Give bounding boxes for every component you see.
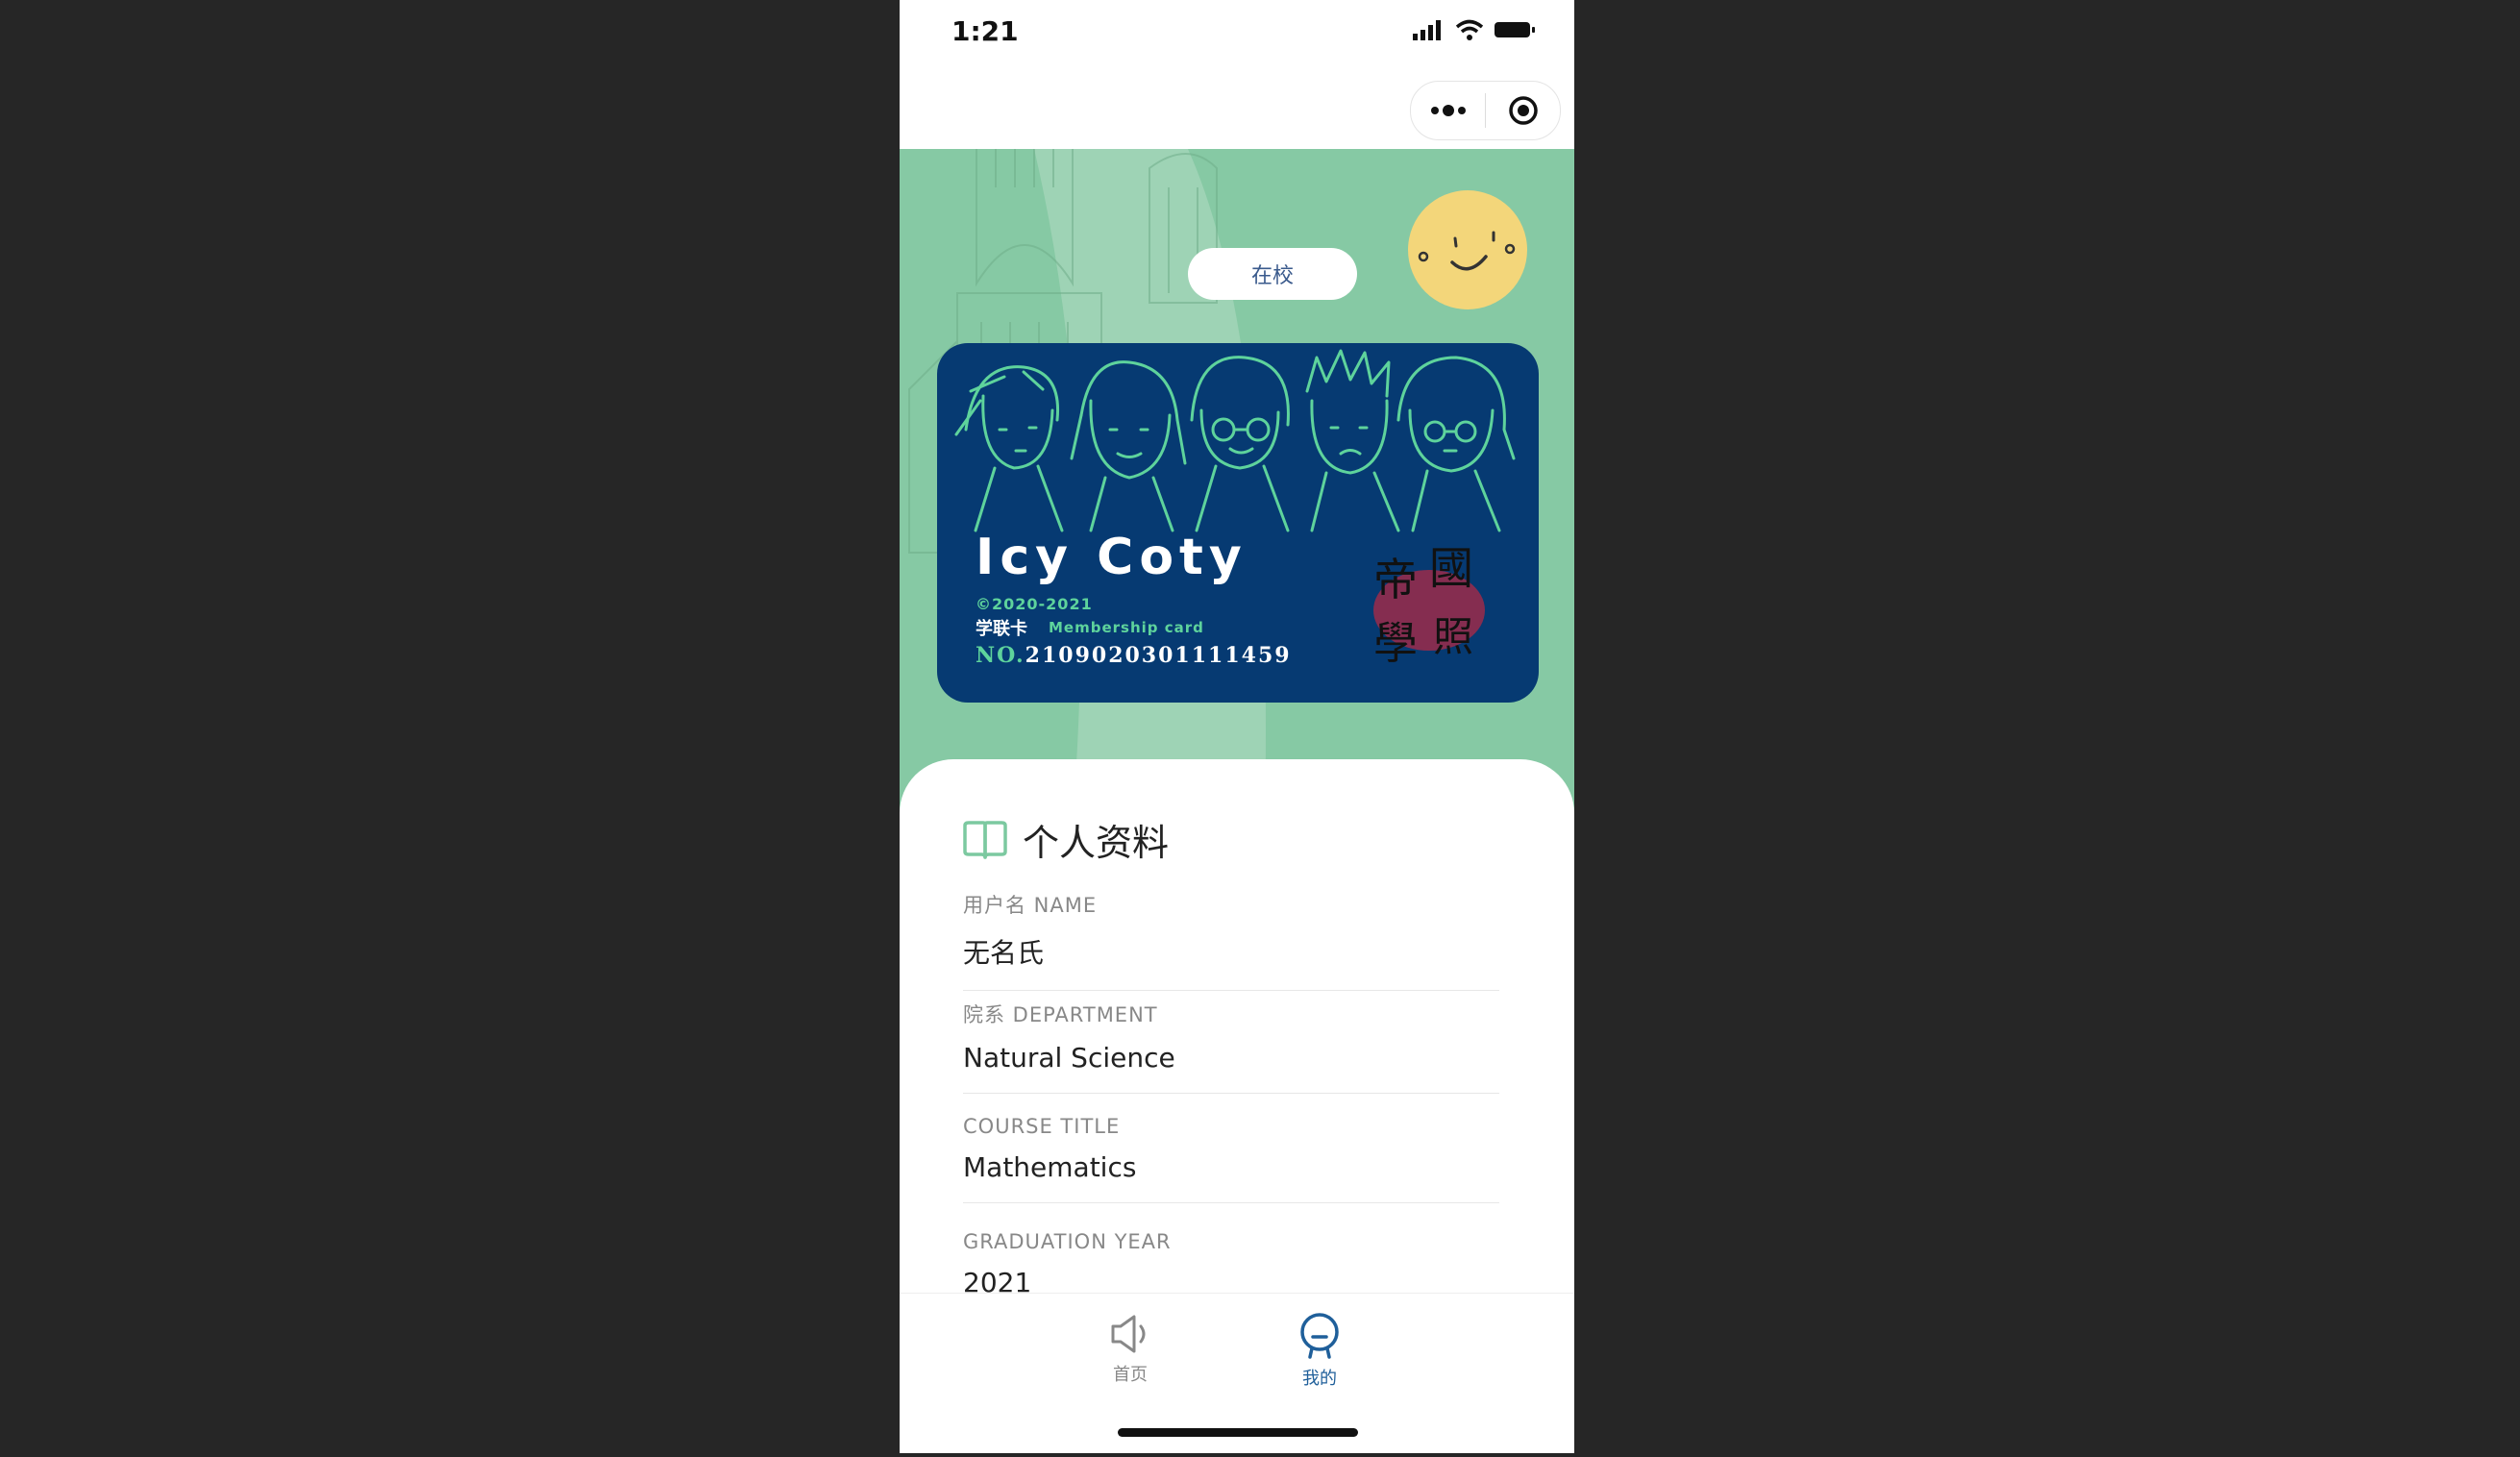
book-icon	[963, 820, 1007, 859]
tab-bar: 首页 我的	[900, 1293, 1574, 1453]
field-department: 院系 DEPARTMENT Natural Science	[963, 1000, 1499, 1094]
status-time: 1:21	[951, 15, 1019, 47]
card-type-cn: 学联卡	[976, 619, 1027, 639]
field-value: 无名氏	[963, 937, 1045, 969]
megaphone-icon	[1111, 1315, 1146, 1353]
field-label: 院系 DEPARTMENT	[963, 1003, 1158, 1026]
hero-section: 在校 Icy Coty ©2020-2021 学联卡 Membership ca…	[900, 149, 1574, 822]
svg-text:學: 學	[1373, 617, 1418, 669]
field-label: 用户名 NAME	[963, 894, 1098, 917]
card-validity: ©2020-2021	[976, 595, 1093, 613]
close-button[interactable]	[1486, 82, 1560, 139]
tab-label: 我的	[1302, 1369, 1337, 1389]
more-dots-icon	[1430, 105, 1466, 116]
profile-title: 个人资料	[1023, 822, 1170, 864]
phone-screen: 1:21 在校 Icy Coty ©2020-2021 学联卡 Membersh…	[900, 0, 1574, 1453]
field-graduation-year: GRADUATION YEAR 2021	[963, 1230, 1499, 1297]
target-icon	[1508, 96, 1538, 125]
card-holder-name: Icy Coty	[976, 529, 1248, 586]
smiley-face-icon[interactable]	[1407, 189, 1528, 310]
divider	[963, 1093, 1499, 1094]
tab-label: 首页	[1113, 1365, 1148, 1385]
divider	[963, 1202, 1499, 1203]
user-icon	[1300, 1313, 1339, 1359]
tab-home[interactable]: 首页	[1073, 1313, 1188, 1386]
field-name: 用户名 NAME 无名氏	[963, 890, 1499, 991]
status-icons	[1413, 19, 1536, 40]
status-bar: 1:21	[900, 0, 1574, 67]
profile-section-header: 个人资料	[961, 813, 1169, 866]
battery-icon	[1495, 22, 1535, 37]
divider	[963, 990, 1499, 991]
field-label: COURSE TITLE	[963, 1115, 1121, 1138]
field-course-title: COURSE TITLE Mathematics	[963, 1115, 1499, 1203]
home-indicator[interactable]	[1118, 1428, 1358, 1437]
enrollment-status-badge: 在校	[1188, 248, 1357, 300]
field-label: GRADUATION YEAR	[963, 1230, 1172, 1253]
students-illustration	[954, 349, 1516, 532]
svg-text:照: 照	[1433, 613, 1473, 660]
card-number-value: 2109020301111459	[1025, 643, 1292, 668]
tab-me[interactable]: 我的	[1262, 1313, 1377, 1390]
card-number-prefix: NO.	[976, 643, 1025, 668]
card-number: NO.2109020301111459	[976, 643, 1292, 668]
svg-text:帝: 帝	[1373, 554, 1418, 605]
signal-icon	[1413, 20, 1441, 40]
membership-card[interactable]: Icy Coty ©2020-2021 学联卡 Membership card …	[937, 343, 1539, 703]
card-type-en: Membership card	[1049, 619, 1204, 636]
school-seal-stamp: 帝 國 學 照	[1373, 545, 1485, 669]
svg-text:國: 國	[1429, 545, 1473, 594]
wifi-icon	[1455, 19, 1484, 40]
profile-panel: 个人资料 用户名 NAME 无名氏 院系 DEPARTMENT Natural …	[900, 759, 1574, 1297]
field-value: Mathematics	[963, 1151, 1137, 1183]
mini-program-capsule	[1410, 81, 1561, 140]
more-button[interactable]	[1411, 82, 1485, 139]
field-value: Natural Science	[963, 1042, 1175, 1074]
